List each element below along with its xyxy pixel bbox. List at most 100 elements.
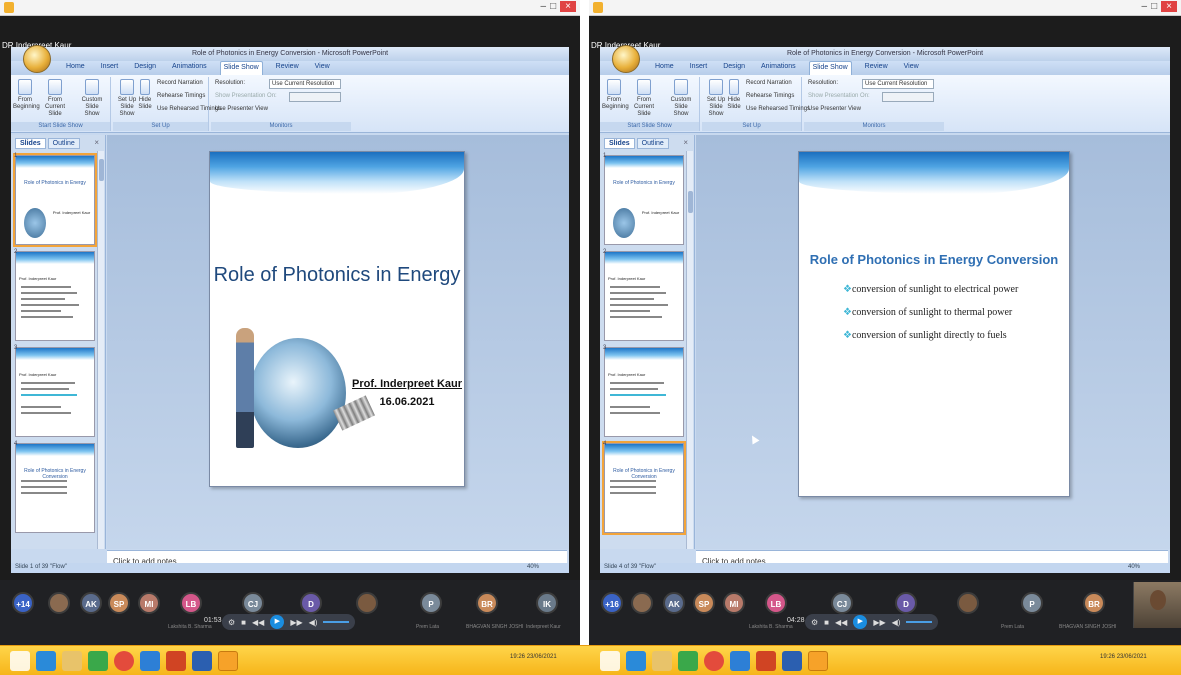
tab-review[interactable]: Review (273, 61, 302, 75)
participant-avatar[interactable] (48, 592, 70, 614)
chrome-icon[interactable] (704, 651, 724, 671)
participant-avatar[interactable]: BR (1083, 592, 1105, 614)
tab-view[interactable]: View (901, 61, 922, 75)
volume-slider[interactable] (906, 621, 933, 623)
tab-animations[interactable]: Animations (758, 61, 799, 75)
slide-thumbnail[interactable]: Prof. Inderpreet Kaur (15, 347, 95, 437)
current-slide[interactable]: Role of Photonics in Energy Prof. Inderp… (209, 151, 465, 487)
tab-outline[interactable]: Outline (636, 138, 669, 149)
slide-thumbnail[interactable]: Role of Photonics in Energy Prof. Inderp… (604, 155, 684, 245)
rehearse-timings-button[interactable]: Rehearse Timings (746, 93, 794, 99)
windows-icon[interactable] (10, 651, 30, 671)
participant-avatar[interactable] (356, 592, 378, 614)
record-narration-button[interactable]: Record Narration (746, 80, 792, 86)
forward-icon[interactable]: ▶▶ (290, 618, 302, 627)
volume-slider[interactable] (323, 621, 350, 623)
tab-design[interactable]: Design (131, 61, 159, 75)
tab-slide-show[interactable]: Slide Show (219, 61, 263, 75)
set-up-slide-show-button[interactable]: Set Up Slide Show (115, 79, 139, 118)
player-icon[interactable] (218, 651, 238, 671)
play-button[interactable]: ▶ (270, 615, 285, 629)
volume-icon[interactable]: ◀) (309, 618, 318, 627)
zoom-level[interactable]: 40% (527, 564, 539, 570)
slide-thumbnail[interactable]: Role of Photonics in Energy Conversion (602, 441, 686, 535)
chrome-icon[interactable] (114, 651, 134, 671)
current-slide[interactable]: Role of Photonics in Energy Conversion ❖… (798, 151, 1070, 497)
set-up-slide-show-button[interactable]: Set Up Slide Show (704, 79, 728, 118)
word-icon[interactable] (782, 651, 802, 671)
slide-thumbnail[interactable]: Role of Photonics in Energy Conversion (15, 443, 95, 533)
presenter-view-checkbox[interactable]: Use Presenter View (215, 106, 268, 112)
stop-icon[interactable]: ■ (241, 618, 246, 627)
maximize-button[interactable]: □ (1151, 1, 1157, 12)
participant-avatar[interactable]: BR (476, 592, 498, 614)
participant-avatar[interactable]: AK (663, 592, 685, 614)
participant-avatar[interactable]: SP (693, 592, 715, 614)
minimize-button[interactable]: – (541, 1, 547, 12)
slide-thumbnail[interactable]: Role of Photonics in Energy Prof. Inderp… (13, 153, 97, 247)
tab-view[interactable]: View (312, 61, 333, 75)
close-button[interactable]: × (560, 1, 576, 12)
hide-slide-button[interactable]: Hide Slide (137, 79, 153, 111)
from-current-slide-button[interactable]: From Current Slide (43, 79, 67, 118)
slide-thumbnail[interactable]: Prof. Inderpreet Kaur (604, 347, 684, 437)
resolution-dropdown[interactable]: Use Current Resolution (269, 79, 341, 89)
participant-avatar[interactable]: +14 (12, 592, 34, 614)
participant-avatar[interactable]: IK (536, 592, 558, 614)
tab-slides[interactable]: Slides (15, 138, 46, 149)
participant-avatar[interactable]: SP (108, 592, 130, 614)
office-button[interactable] (612, 45, 640, 73)
slide-thumbnail[interactable]: Prof. Inderpreet Kaur (604, 251, 684, 341)
participant-avatar[interactable]: P (1021, 592, 1043, 614)
volume-icon[interactable]: ◀) (892, 618, 901, 627)
show-on-dropdown[interactable] (289, 92, 341, 102)
tab-slides[interactable]: Slides (604, 138, 635, 149)
ie-icon[interactable] (36, 651, 56, 671)
record-narration-button[interactable]: Record Narration (157, 80, 203, 86)
participant-avatar[interactable] (631, 592, 653, 614)
tab-review[interactable]: Review (862, 61, 891, 75)
stop-icon[interactable]: ■ (824, 618, 829, 627)
from-beginning-button[interactable]: From Beginning (602, 79, 629, 111)
ie-icon[interactable] (626, 651, 646, 671)
thumbnail-scrollbar[interactable] (686, 151, 693, 549)
app-green-icon[interactable] (88, 651, 108, 671)
explorer-icon[interactable] (652, 651, 672, 671)
explorer-icon[interactable] (62, 651, 82, 671)
powerpoint-icon[interactable] (756, 651, 776, 671)
tab-design[interactable]: Design (720, 61, 748, 75)
tab-home[interactable]: Home (63, 61, 88, 75)
participant-avatar[interactable]: CJ (831, 592, 853, 614)
tab-insert[interactable]: Insert (687, 61, 711, 75)
settings-icon[interactable]: ⚙ (228, 618, 235, 627)
slide-thumbnail[interactable]: Prof. Inderpreet Kaur (15, 251, 95, 341)
minimize-button[interactable]: – (1142, 1, 1148, 12)
app-green-icon[interactable] (678, 651, 698, 671)
participant-avatar[interactable]: P (420, 592, 442, 614)
from-beginning-button[interactable]: From Beginning (13, 79, 40, 111)
edge-icon[interactable] (730, 651, 750, 671)
maximize-button[interactable]: □ (550, 1, 556, 12)
close-button[interactable]: × (1161, 1, 1177, 12)
participant-avatar[interactable]: +16 (601, 592, 623, 614)
participant-avatar[interactable]: CJ (242, 592, 264, 614)
custom-slide-show-button[interactable]: Custom Slide Show (77, 79, 107, 118)
rehearse-timings-button[interactable]: Rehearse Timings (157, 93, 205, 99)
tab-insert[interactable]: Insert (98, 61, 122, 75)
presenter-view-checkbox[interactable]: Use Presenter View (808, 106, 861, 112)
close-icon[interactable]: × (94, 138, 99, 147)
forward-icon[interactable]: ▶▶ (873, 618, 885, 627)
tab-outline[interactable]: Outline (47, 138, 80, 149)
office-button[interactable] (23, 45, 51, 73)
word-icon[interactable] (192, 651, 212, 671)
tab-slide-show[interactable]: Slide Show (808, 61, 852, 75)
powerpoint-icon[interactable] (166, 651, 186, 671)
participant-avatar[interactable]: AK (80, 592, 102, 614)
participant-avatar[interactable]: MI (723, 592, 745, 614)
edge-icon[interactable] (140, 651, 160, 671)
windows-icon[interactable] (600, 651, 620, 671)
participant-avatar[interactable]: D (300, 592, 322, 614)
participant-avatar[interactable]: D (895, 592, 917, 614)
tab-home[interactable]: Home (652, 61, 677, 75)
show-on-dropdown[interactable] (882, 92, 934, 102)
